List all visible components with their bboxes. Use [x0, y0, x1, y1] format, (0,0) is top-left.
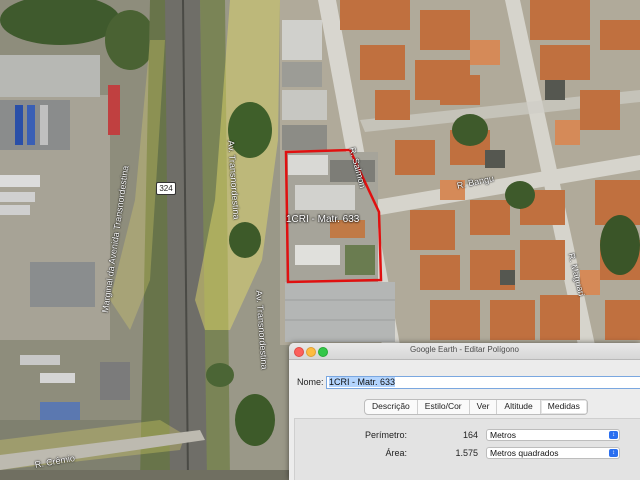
parcel-label: 1CRI - Matr. 633: [286, 214, 360, 225]
area-value: 1.575: [455, 448, 478, 458]
perimeter-value: 164: [462, 430, 478, 440]
chevron-updown-icon: ↕: [609, 449, 618, 457]
name-label: Nome:: [297, 377, 324, 387]
tab-ver[interactable]: Ver: [470, 400, 498, 414]
route-shield: 324: [156, 182, 176, 195]
dialog-tab-bar: Descrição Estilo/Cor Ver Altitude Medida…: [364, 399, 588, 415]
perimeter-unit-select[interactable]: Metros ↕: [486, 429, 620, 441]
perimeter-unit: Metros: [490, 430, 516, 440]
name-input[interactable]: 1CRI - Matr. 633: [326, 376, 640, 389]
area-unit: Metros quadrados: [490, 448, 559, 458]
tab-medidas[interactable]: Medidas: [540, 400, 587, 414]
perimeter-label: Perímetro:: [364, 430, 407, 440]
warehouse-roof: [0, 55, 100, 97]
chevron-updown-icon: ↕: [609, 431, 618, 439]
tab-estilo-cor[interactable]: Estilo/Cor: [418, 400, 470, 414]
dialog-titlebar[interactable]: Google Earth - Editar Polígono: [289, 343, 640, 360]
perimeter-row: Perímetro: 164 Metros ↕: [295, 429, 635, 443]
area-row: Área: 1.575 Metros quadrados ↕: [295, 447, 635, 461]
area-unit-select[interactable]: Metros quadrados ↕: [486, 447, 620, 459]
area-label: Área:: [385, 448, 407, 458]
measures-panel: Perímetro: 164 Metros ↕ Área: 1.575 Metr…: [294, 418, 640, 480]
tab-descricao[interactable]: Descrição: [365, 400, 418, 414]
tab-altitude[interactable]: Altitude: [497, 400, 541, 414]
dialog-title: Google Earth - Editar Polígono: [410, 345, 519, 354]
name-input-value: 1CRI - Matr. 633: [329, 377, 396, 387]
